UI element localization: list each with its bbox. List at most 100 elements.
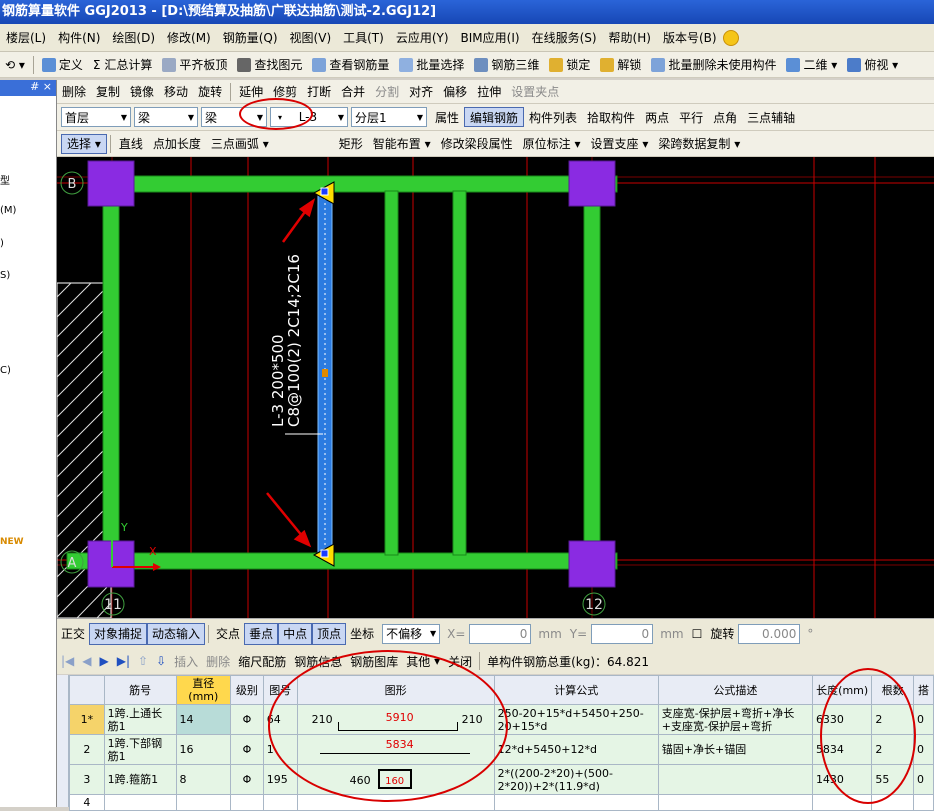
split-button[interactable]: 分割 [370, 82, 404, 102]
table-row[interactable]: 1* 1跨.上通长筋1 14 Φ 64 210 5910 210 250-20+… [69, 704, 934, 735]
cell-bar-name[interactable]: 1跨.上通长筋1 [103, 704, 177, 735]
scale-rebar-button[interactable]: 缩尺配筋 [234, 653, 290, 670]
cell-lap[interactable] [912, 794, 934, 811]
modify-beam-segment-button[interactable]: 修改梁段属性 [436, 134, 518, 154]
cell-grade[interactable]: Φ [230, 704, 264, 735]
category-select[interactable]: 梁 ▼ [134, 107, 198, 127]
cell-length[interactable] [811, 794, 873, 811]
nav-prev-icon[interactable]: ◀ [78, 654, 95, 668]
menu-modify[interactable]: 修改(M) [161, 29, 217, 46]
delete-button[interactable]: 删除 [57, 82, 91, 102]
lock-button[interactable]: 锁定 [544, 55, 595, 75]
other-dropdown[interactable]: 其他 ▾ [402, 653, 444, 670]
component-type-select[interactable]: 梁 ▼ [201, 107, 267, 127]
align-slab-top-button[interactable]: 平齐板顶 [157, 55, 232, 75]
summary-calc-button[interactable]: Σ 汇总计算 [88, 55, 157, 75]
move-up-icon[interactable]: ⇧ [134, 654, 152, 668]
span-data-copy-button[interactable]: 梁跨数据复制 ▾ [653, 134, 745, 154]
y-input[interactable]: 0 [591, 623, 654, 644]
menu-tools[interactable]: 工具(T) [337, 29, 390, 46]
x-input[interactable]: 0 [469, 623, 532, 644]
rebar-library-button[interactable]: 钢筋图库 [346, 653, 402, 670]
cell-length[interactable]: 1430 [811, 764, 873, 795]
cell-diameter[interactable]: 16 [175, 734, 232, 765]
break-button[interactable]: 打断 [302, 82, 336, 102]
unlock-button[interactable]: 解锁 [595, 55, 646, 75]
cell-count[interactable] [871, 794, 914, 811]
cell-diameter[interactable]: 8 [175, 764, 232, 795]
cell-shape[interactable]: 5834 [296, 734, 495, 765]
nav-first-icon[interactable]: |◀ [57, 654, 78, 668]
trim-button[interactable]: 修剪 [268, 82, 302, 102]
line-button[interactable]: 直线 [114, 134, 148, 154]
row-index[interactable]: 4 [69, 794, 105, 811]
cell-bar-name[interactable]: 1跨.箍筋1 [103, 764, 177, 795]
cell-fig-no[interactable]: 1 [262, 734, 298, 765]
row-index[interactable]: 1* [69, 704, 105, 735]
smiley-icon[interactable] [722, 29, 739, 46]
batch-delete-unused-button[interactable]: 批量删除未使用构件 [646, 55, 781, 75]
cell-shape[interactable]: 460 160 [296, 764, 495, 795]
menu-component[interactable]: 构件(N) [52, 29, 106, 46]
set-grip-button[interactable]: 设置夹点 [506, 82, 564, 102]
copy-button[interactable]: 复制 [91, 82, 125, 102]
move-down-icon[interactable]: ⇩ [152, 654, 170, 668]
cell-grade[interactable]: Φ [230, 764, 264, 795]
close-button[interactable]: 关闭 [444, 653, 476, 670]
cell-length[interactable]: 6330 [811, 704, 873, 735]
cell-description[interactable] [657, 794, 813, 811]
set-support-button[interactable]: 设置支座 ▾ [586, 134, 654, 154]
ortho-button[interactable]: 正交 [57, 623, 89, 645]
point-angle-button[interactable]: 点角 [708, 107, 742, 127]
drawing-canvas[interactable]: B A 11 12 L-3 200*500 C8@100(2) 2C14;2C1… [57, 157, 934, 618]
menu-help[interactable]: 帮助(H) [603, 29, 657, 46]
rebar-info-button[interactable]: 钢筋信息 [290, 653, 346, 670]
drawing-svg[interactable]: B A 11 12 L-3 200*500 C8@100(2) 2C14;2C1… [57, 157, 934, 618]
object-snap-button[interactable]: 对象捕捉 [89, 622, 148, 645]
vertex-snap-button[interactable]: 顶点 [312, 622, 347, 645]
nav-last-icon[interactable]: ▶| [113, 654, 134, 668]
cell-shape[interactable] [296, 794, 495, 811]
cell-lap[interactable]: 0 [912, 764, 934, 795]
toolbar-back-icon[interactable]: ⟲ ▾ [0, 55, 30, 75]
parallel-button[interactable]: 平行 [674, 107, 708, 127]
three-point-arc-button[interactable]: 三点画弧 ▾ [206, 134, 274, 154]
cell-diameter[interactable]: 14 [175, 704, 232, 735]
tree-item[interactable]: 型 [0, 172, 10, 187]
offset-button[interactable]: 偏移 [438, 82, 472, 102]
menu-cloud[interactable]: 云应用(Y) [390, 29, 455, 46]
beams[interactable] [66, 175, 618, 570]
menu-version[interactable]: 版本号(B) [657, 29, 723, 46]
cell-bar-name[interactable] [103, 794, 177, 811]
intersection-snap-button[interactable]: 交点 [212, 623, 244, 645]
menu-floor[interactable]: 楼层(L) [0, 29, 52, 46]
find-element-button[interactable]: 查找图元 [232, 55, 307, 75]
insert-button[interactable]: 插入 [170, 653, 202, 670]
cell-lap[interactable]: 0 [912, 704, 934, 735]
component-name-select[interactable]: ▾ L-3 ▼ [270, 107, 348, 127]
cell-length[interactable]: 5834 [811, 734, 873, 765]
menu-view[interactable]: 视图(V) [284, 29, 338, 46]
nav-next-icon[interactable]: ▶ [96, 654, 113, 668]
cell-formula[interactable]: 2*((200-2*20)+(500-2*20))+2*(11.9*d) [493, 764, 659, 795]
component-list-button[interactable]: 构件列表 [524, 107, 582, 127]
define-button[interactable]: 定义 [37, 55, 88, 75]
properties-button[interactable]: 属性 [430, 107, 464, 127]
cell-shape[interactable]: 210 5910 210 [296, 704, 495, 735]
columns[interactable] [87, 160, 616, 588]
rebar-3d-button[interactable]: 钢筋三维 [469, 55, 544, 75]
rotate-input[interactable]: 0.000 [738, 623, 801, 644]
cell-bar-name[interactable]: 1跨.下部钢筋1 [103, 734, 177, 765]
batch-select-button[interactable]: 批量选择 [394, 55, 469, 75]
view-rebar-button[interactable]: 查看钢筋量 [307, 55, 394, 75]
three-point-axis-button[interactable]: 三点辅轴 [742, 107, 800, 127]
menu-online[interactable]: 在线服务(S) [526, 29, 603, 46]
floor-select[interactable]: 首层 ▼ [61, 107, 131, 127]
menu-bim[interactable]: BIM应用(I) [455, 29, 526, 46]
extend-button[interactable]: 延伸 [234, 82, 268, 102]
align-button[interactable]: 对齐 [404, 82, 438, 102]
cell-description[interactable] [657, 764, 813, 795]
coordinate-snap-button[interactable]: 坐标 [346, 623, 378, 645]
cell-count[interactable]: 55 [871, 764, 914, 795]
menu-draw[interactable]: 绘图(D) [106, 29, 161, 46]
